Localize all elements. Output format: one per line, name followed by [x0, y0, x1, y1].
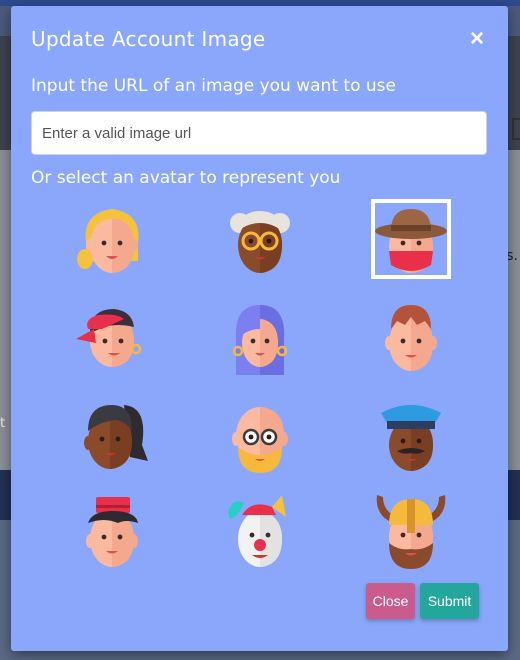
- avatar-option-woman-purple-hair[interactable]: [220, 297, 300, 377]
- viking-avatar-icon: [376, 495, 446, 569]
- woman-ponytail-avatar-icon: [84, 405, 148, 469]
- woman-purple-hair-avatar-icon: [232, 305, 288, 375]
- close-icon[interactable]: ×: [470, 26, 484, 52]
- avatar-option-bald-man-glasses[interactable]: [220, 395, 300, 475]
- close-button[interactable]: Close: [366, 583, 415, 619]
- bald-man-glasses-avatar-icon: [232, 407, 288, 473]
- avatar-option-girl-cap[interactable]: [72, 297, 152, 377]
- grandma-with-glasses-avatar-icon: [230, 211, 290, 273]
- image-url-input[interactable]: [31, 111, 487, 155]
- avatar-option-man-red-hair[interactable]: [371, 297, 451, 377]
- modal-title: Update Account Image: [31, 27, 266, 51]
- blonde-woman-avatar-icon: [77, 209, 139, 273]
- background-edge-text-left: t: [0, 416, 6, 431]
- police-officer-avatar-icon: [381, 405, 441, 471]
- background-partial-control: [512, 118, 520, 140]
- url-prompt: Input the URL of an image you want to us…: [31, 76, 396, 96]
- avatar-option-clown[interactable]: [220, 491, 300, 571]
- clown-avatar-icon: [228, 495, 286, 567]
- man-red-hair-avatar-icon: [385, 305, 437, 371]
- avatar-option-police-officer[interactable]: [371, 395, 451, 475]
- girl-with-cap-avatar-icon: [76, 309, 142, 367]
- background-edge-text: s.: [506, 248, 518, 264]
- avatar-option-woman-ponytail[interactable]: [72, 395, 152, 475]
- update-account-image-modal: Update Account Image × Input the URL of …: [11, 6, 508, 651]
- avatar-option-grandma-glasses[interactable]: [220, 199, 300, 279]
- avatar-option-viking[interactable]: [371, 491, 451, 571]
- avatar-option-blonde-woman[interactable]: [72, 199, 152, 279]
- avatar-option-cowboy-selected[interactable]: [371, 199, 451, 279]
- avatar-option-bellhop[interactable]: [72, 491, 152, 571]
- submit-button[interactable]: Submit: [420, 583, 479, 619]
- cowboy-with-bandana-avatar-icon: [375, 209, 447, 273]
- avatar-prompt: Or select an avatar to represent you: [31, 168, 341, 188]
- bellhop-avatar-icon: [86, 497, 138, 567]
